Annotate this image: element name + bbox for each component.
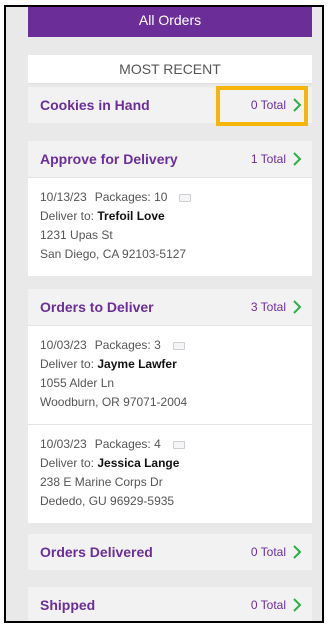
section-shipped: Shipped 0 Total: [28, 587, 312, 621]
address-city: San Diego, CA 92103-5127: [40, 247, 187, 261]
section-approve-for-delivery: Approve for Delivery 1 Total 10/13/23 Pa…: [28, 141, 312, 276]
order-date: 10/03/23: [40, 338, 87, 352]
order-item[interactable]: 10/03/23 Packages: 3 Deliver to: Jayme L…: [28, 325, 312, 424]
order-packages: Packages: 3: [94, 338, 161, 352]
address-city: Dededo, GU 96929-5935: [40, 494, 175, 508]
order-packages: Packages: 10: [94, 190, 168, 204]
deliver-label: Deliver to:: [40, 357, 95, 371]
section-total: 0 Total: [250, 545, 286, 559]
section-title: Orders Delivered: [40, 544, 153, 560]
order-packages: Packages: 4: [94, 437, 161, 451]
chevron-right-icon[interactable]: [292, 545, 302, 559]
address-street: 1231 Upas St: [40, 228, 113, 242]
section-cookies-in-hand: Cookies in Hand 0 Total: [28, 87, 312, 123]
section-header[interactable]: Shipped 0 Total: [28, 587, 312, 621]
recipient-name: Jayme Lawfer: [97, 357, 177, 371]
section-title: Cookies in Hand: [40, 97, 150, 113]
section-header[interactable]: Orders to Deliver 3 Total: [28, 289, 312, 325]
recipient-name: Jessica Lange: [97, 456, 180, 470]
package-icon: [172, 440, 185, 449]
section-orders-delivered: Orders Delivered 0 Total: [28, 534, 312, 570]
section-title: Approve for Delivery: [40, 151, 178, 167]
deliver-label: Deliver to:: [40, 209, 95, 223]
section-header[interactable]: Orders Delivered 0 Total: [28, 534, 312, 570]
section-header[interactable]: Cookies in Hand 0 Total: [28, 87, 312, 123]
address-street: 238 E Marine Corps Dr: [40, 475, 163, 489]
section-total: 3 Total: [250, 300, 286, 314]
package-icon: [172, 341, 185, 350]
order-date: 10/13/23: [40, 190, 87, 204]
address-street: 1055 Alder Ln: [40, 376, 115, 390]
section-total: 0 Total: [250, 98, 286, 112]
package-icon: [179, 193, 192, 202]
recipient-name: Trefoil Love: [97, 209, 165, 223]
section-title: Orders to Deliver: [40, 299, 154, 315]
section-total: 0 Total: [250, 598, 286, 612]
page-title: All Orders: [28, 7, 312, 37]
section-header[interactable]: Approve for Delivery 1 Total: [28, 141, 312, 177]
sort-filter-most-recent[interactable]: MOST RECENT: [28, 55, 312, 84]
order-item[interactable]: 10/13/23 Packages: 10 Deliver to: Trefoi…: [28, 177, 312, 276]
chevron-right-icon[interactable]: [292, 598, 302, 612]
address-city: Woodburn, OR 97071-2004: [40, 395, 188, 409]
chevron-right-icon[interactable]: [292, 152, 302, 166]
chevron-right-icon[interactable]: [292, 98, 302, 112]
section-orders-to-deliver: Orders to Deliver 3 Total 10/03/23 Packa…: [28, 289, 312, 523]
chevron-right-icon[interactable]: [292, 300, 302, 314]
section-total: 1 Total: [250, 152, 286, 166]
section-title: Shipped: [40, 597, 96, 613]
deliver-label: Deliver to:: [40, 456, 95, 470]
order-item[interactable]: 10/03/23 Packages: 4 Deliver to: Jessica…: [28, 424, 312, 523]
order-date: 10/03/23: [40, 437, 87, 451]
app-frame: All Orders MOST RECENT Cookies in Hand 0…: [4, 5, 324, 623]
